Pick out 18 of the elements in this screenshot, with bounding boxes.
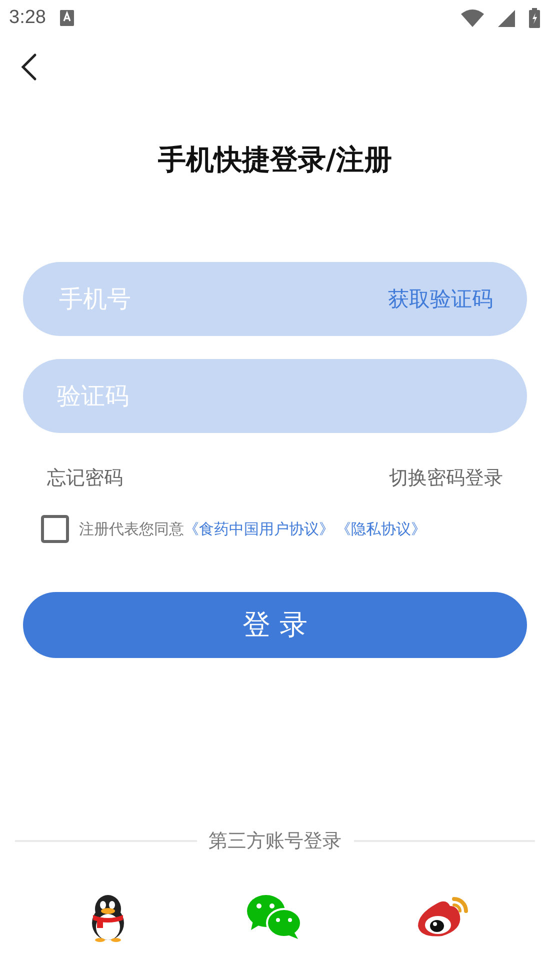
get-code-link[interactable]: 获取验证码: [388, 285, 493, 313]
agreement-link[interactable]: 《隐私协议》: [336, 520, 426, 538]
keyboard-notification-icon: [60, 10, 74, 26]
third-party-label: 第三方账号登录: [208, 829, 342, 854]
signal-icon: [498, 10, 515, 26]
login-button[interactable]: 登 录: [23, 592, 527, 658]
page-title: 手机快捷登录/注册: [156, 142, 394, 178]
battery-icon: [529, 8, 540, 28]
phone-field[interactable]: 手机号 获取验证码: [23, 262, 527, 336]
wifi-icon: [461, 9, 484, 27]
agreement-link[interactable]: 《食药中国用户协议》: [184, 520, 334, 538]
chat-bubbles-icon[interactable]: [246, 894, 302, 942]
forgot-password-link[interactable]: 忘记密码: [47, 465, 123, 491]
agreement-text: 注册代表您同意: [79, 520, 184, 538]
code-field[interactable]: 验证码: [23, 359, 527, 433]
password-login-link[interactable]: 切换密码登录: [389, 465, 503, 491]
status-time: 3:28: [9, 7, 46, 29]
agreement-checkbox[interactable]: [41, 515, 69, 543]
